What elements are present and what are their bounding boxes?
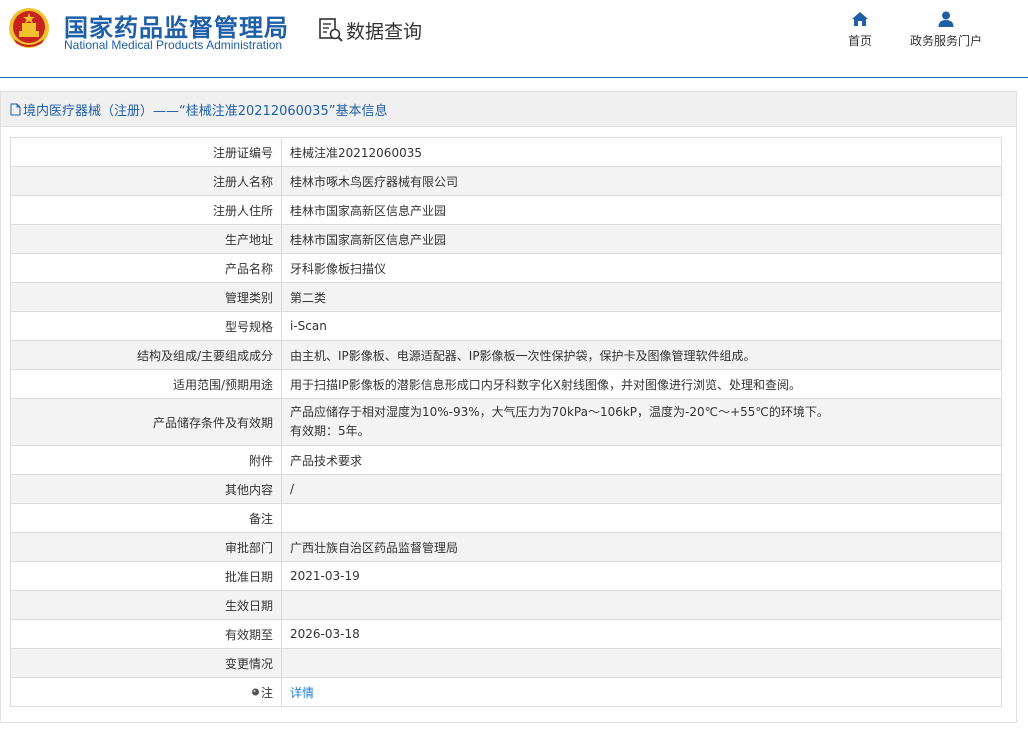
row-label: 注册人名称	[10, 166, 282, 196]
table-row: 生产地址 桂林市国家高新区信息产业园	[10, 224, 1002, 254]
agency-name-en[interactable]: National Medical Products Administration	[64, 38, 282, 52]
row-value	[281, 503, 1002, 533]
note-label: 注	[260, 685, 273, 700]
table-row: 有效期至 2026-03-18	[10, 619, 1002, 649]
row-label: 注册人住所	[10, 195, 282, 225]
pin-icon	[251, 688, 259, 695]
row-label: 附件	[10, 445, 282, 475]
row-label: 注册证编号	[10, 137, 282, 167]
row-value: 2021-03-19	[281, 561, 1002, 591]
row-value: 第二类	[281, 282, 1002, 312]
nav-home-label: 首页	[847, 34, 872, 48]
row-value: i-Scan	[281, 311, 1002, 341]
row-label: 变更情况	[10, 648, 282, 678]
row-value: /	[281, 474, 1002, 504]
row-value	[281, 648, 1002, 678]
table-row: 产品储存条件及有效期 产品应储存于相对湿度为10%-93%，大气压力为70kPa…	[10, 398, 1002, 446]
table-row: 注册人名称 桂林市啄木鸟医疗器械有限公司	[10, 166, 1002, 196]
device-info-panel: 境内医疗器械（注册）——“桂械注准20212060035”基本信息 注册证编号 …	[0, 91, 1017, 723]
panel-title-bar: 境内医疗器械（注册）——“桂械注准20212060035”基本信息	[1, 92, 1016, 127]
row-value: 详情	[281, 677, 1002, 707]
table-row: 批准日期 2021-03-19	[10, 561, 1002, 591]
row-value: 产品应储存于相对湿度为10%-93%，大气压力为70kPa～106kP，温度为-…	[281, 398, 1002, 446]
row-label: 结构及组成/主要组成成分	[10, 340, 282, 370]
row-value: 用于扫描IP影像板的潜影信息形成口内牙科数字化X射线图像，并对图像进行浏览、处理…	[281, 369, 1002, 399]
document-search-icon	[319, 18, 343, 42]
note-key: 注	[251, 684, 273, 701]
table-row: 适用范围/预期用途 用于扫描IP影像板的潜影信息形成口内牙科数字化X射线图像，并…	[10, 369, 1002, 399]
nav-portal-label: 政务服务门户	[909, 34, 982, 48]
row-value: 产品技术要求	[281, 445, 1002, 475]
device-info-table: 注册证编号 桂械注准20212060035 注册人名称 桂林市啄木鸟医疗器械有限…	[10, 137, 1002, 707]
table-row: 注册人住所 桂林市国家高新区信息产业园	[10, 195, 1002, 225]
details-link[interactable]: 详情	[290, 686, 314, 700]
table-row: 生效日期	[10, 590, 1002, 620]
row-label: 生效日期	[10, 590, 282, 620]
row-value: 桂械注准20212060035	[281, 137, 1002, 167]
data-query-title: 数据查询	[346, 20, 423, 43]
table-row: 审批部门 广西壮族自治区药品监督管理局	[10, 532, 1002, 562]
document-icon	[10, 103, 21, 115]
table-row: 型号规格 i-Scan	[10, 311, 1002, 341]
home-icon	[852, 12, 868, 26]
row-value	[281, 590, 1002, 620]
row-value: 2026-03-18	[281, 619, 1002, 649]
row-label: 审批部门	[10, 532, 282, 562]
row-label: 适用范围/预期用途	[10, 369, 282, 399]
national-emblem-icon	[9, 8, 49, 48]
row-label: 型号规格	[10, 311, 282, 341]
row-value: 桂林市国家高新区信息产业园	[281, 224, 1002, 254]
row-label: 管理类别	[10, 282, 282, 312]
row-value: 广西壮族自治区药品监督管理局	[281, 532, 1002, 562]
row-label: 批准日期	[10, 561, 282, 591]
row-label: 备注	[10, 503, 282, 533]
row-value: 由主机、IP影像板、电源适配器、IP影像板一次性保护袋，保护卡及图像管理软件组成…	[281, 340, 1002, 370]
panel-title: 境内医疗器械（注册）——“桂械注准20212060035”基本信息	[23, 103, 388, 119]
row-label: 生产地址	[10, 224, 282, 254]
table-row: 管理类别 第二类	[10, 282, 1002, 312]
row-label-note: 注	[10, 677, 282, 707]
storage-condition-text: 产品应储存于相对湿度为10%-93%，大气压力为70kPa～106kP，温度为-…	[290, 405, 829, 419]
table-row: 附件 产品技术要求	[10, 445, 1002, 475]
row-value: 桂林市国家高新区信息产业园	[281, 195, 1002, 225]
nav-home[interactable]: 首页	[840, 10, 880, 49]
table-row: 变更情况	[10, 648, 1002, 678]
table-row: 其他内容 /	[10, 474, 1002, 504]
data-query-section: 数据查询	[318, 16, 422, 44]
row-label: 其他内容	[10, 474, 282, 504]
table-row: 备注	[10, 503, 1002, 533]
row-value: 桂林市啄木鸟医疗器械有限公司	[281, 166, 1002, 196]
nav-government-portal[interactable]: 政务服务门户	[905, 10, 987, 49]
user-icon	[938, 11, 954, 27]
table-row: 注册证编号 桂械注准20212060035	[10, 137, 1002, 167]
row-label: 产品名称	[10, 253, 282, 283]
validity-period-text: 有效期：5年。	[290, 424, 370, 438]
row-label: 产品储存条件及有效期	[10, 398, 282, 446]
row-label: 有效期至	[10, 619, 282, 649]
table-row: 产品名称 牙科影像板扫描仪	[10, 253, 1002, 283]
table-row: 结构及组成/主要组成成分 由主机、IP影像板、电源适配器、IP影像板一次性保护袋…	[10, 340, 1002, 370]
row-value: 牙科影像板扫描仪	[281, 253, 1002, 283]
table-row: 注 详情	[10, 677, 1002, 707]
site-header: 国家药品监督管理局 National Medical Products Admi…	[0, 0, 1028, 78]
